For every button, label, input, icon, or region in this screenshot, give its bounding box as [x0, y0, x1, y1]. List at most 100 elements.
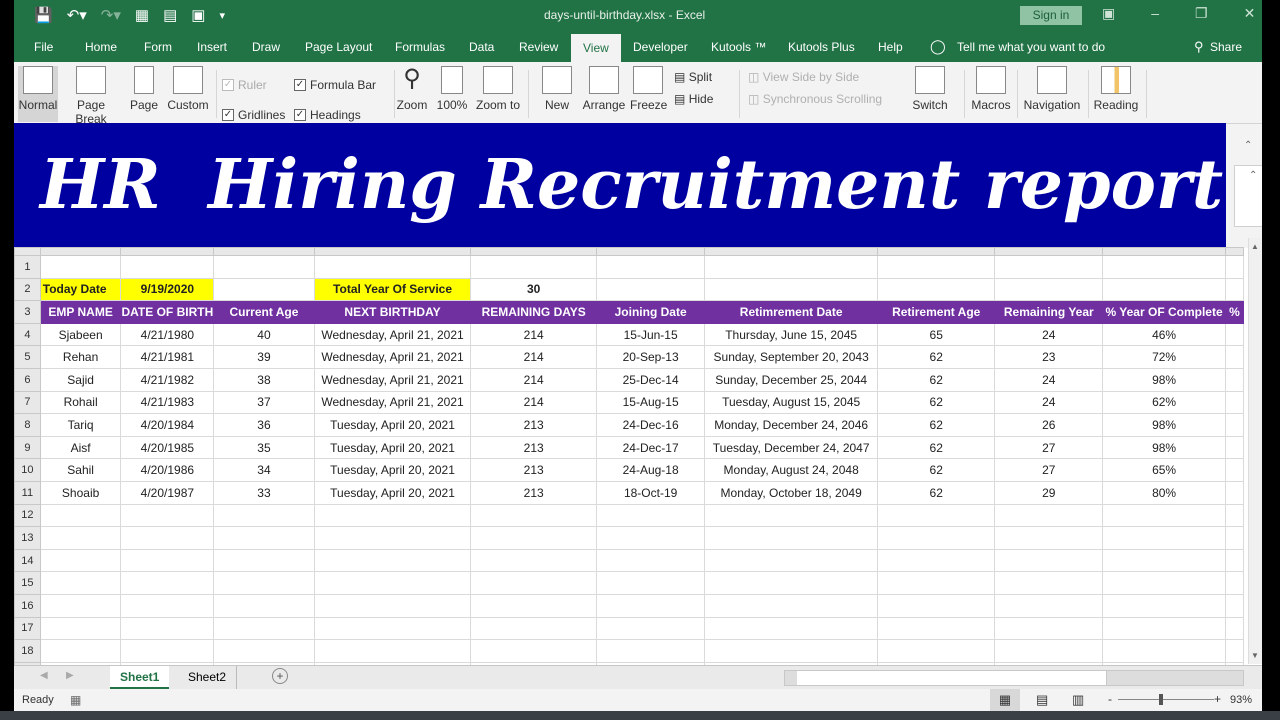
cell[interactable]: Sahil [39, 458, 122, 482]
freeze-panes-button[interactable]: Freeze [630, 66, 667, 112]
tell-me-search[interactable]: Tell me what you want to do [957, 40, 1105, 54]
cell[interactable] [213, 548, 315, 573]
row-number[interactable]: 2 [14, 277, 41, 302]
cell[interactable] [1225, 526, 1244, 550]
redo-icon[interactable]: ↷▾ [101, 6, 121, 24]
cell[interactable] [876, 593, 996, 618]
cell[interactable] [1102, 526, 1227, 550]
collapse-formula-bar-icon[interactable]: ⌃ [1249, 170, 1257, 181]
custom-icon-2[interactable]: ▣ [191, 6, 205, 24]
close-icon[interactable]: ✕ [1244, 5, 1256, 22]
cell[interactable] [39, 503, 122, 528]
cell[interactable] [39, 255, 122, 279]
sheet-tab-sheet2[interactable]: Sheet2 [178, 666, 238, 689]
cell[interactable]: Tuesday, April 20, 2021 [313, 413, 472, 437]
tab-formulas[interactable]: Formulas [395, 40, 445, 54]
custom-views-button[interactable]: Custom [166, 66, 210, 112]
cell[interactable]: 80% [1102, 480, 1227, 505]
cell[interactable] [470, 571, 597, 595]
column-header[interactable] [876, 247, 996, 256]
cell[interactable]: 62 [876, 435, 996, 460]
cell[interactable]: 214 [470, 390, 597, 415]
column-header[interactable] [213, 247, 315, 256]
cell[interactable]: 29 [994, 480, 1104, 505]
cell[interactable] [470, 503, 597, 528]
zoom-in-button[interactable]: + [1214, 692, 1221, 706]
cell[interactable] [595, 503, 706, 528]
cell[interactable] [704, 503, 878, 528]
cell[interactable]: 33 [213, 480, 315, 505]
cell[interactable] [1102, 639, 1227, 663]
cell[interactable]: 24 [994, 390, 1104, 415]
cell[interactable]: Tuesday, April 20, 2021 [313, 480, 472, 505]
cell[interactable] [313, 503, 472, 528]
cell[interactable]: 62% [1102, 390, 1227, 415]
tab-view[interactable]: View [571, 34, 621, 62]
form-icon[interactable]: ▦ [135, 6, 149, 24]
cell[interactable] [994, 593, 1104, 618]
scroll-up-icon[interactable]: ▲ [1251, 242, 1259, 251]
cell[interactable]: 27 [994, 435, 1104, 460]
cell[interactable] [994, 616, 1104, 641]
column-header[interactable] [39, 247, 122, 256]
column-header[interactable] [704, 247, 878, 256]
cell[interactable] [876, 503, 996, 528]
cell[interactable] [595, 616, 706, 641]
total-service-label[interactable]: Total Year Of Service [313, 277, 472, 302]
cell[interactable] [595, 255, 706, 279]
cell[interactable] [213, 526, 315, 550]
column-title[interactable]: Joining Date [595, 300, 706, 324]
cell[interactable] [120, 548, 215, 573]
cell[interactable] [1225, 593, 1244, 618]
cell[interactable]: 4/21/1981 [120, 345, 215, 369]
sheet-tab-sheet1[interactable]: Sheet1 [110, 666, 170, 689]
row-number[interactable]: 4 [14, 322, 41, 347]
cell[interactable] [1225, 390, 1244, 415]
row-number[interactable]: 3 [14, 300, 41, 324]
page-layout-view-button[interactable]: Page [128, 66, 160, 112]
cell[interactable] [704, 277, 878, 302]
zoom-100-button[interactable]: 100% [436, 66, 468, 112]
cell[interactable] [994, 571, 1104, 595]
cell[interactable] [1225, 639, 1244, 663]
cell[interactable] [1225, 367, 1244, 392]
total-service-value[interactable]: 30 [470, 277, 597, 302]
cell[interactable]: 98% [1102, 435, 1227, 460]
cell[interactable] [120, 255, 215, 279]
cell[interactable]: Sunday, September 20, 2043 [704, 345, 878, 369]
cell[interactable] [876, 548, 996, 573]
cell[interactable]: 62 [876, 413, 996, 437]
cell[interactable]: 4/20/1985 [120, 435, 215, 460]
vertical-scrollbar[interactable]: ▲ ▼ [1248, 238, 1262, 664]
cell[interactable] [994, 255, 1104, 279]
cell[interactable]: 4/20/1987 [120, 480, 215, 505]
cell[interactable] [994, 277, 1104, 302]
customize-qat-icon[interactable]: ▾ [219, 9, 225, 22]
cell[interactable]: 62 [876, 390, 996, 415]
tab-review[interactable]: Review [519, 40, 558, 54]
cell[interactable] [704, 571, 878, 595]
select-all-corner[interactable] [14, 247, 41, 256]
row-number[interactable]: 17 [14, 616, 41, 641]
cell[interactable] [994, 639, 1104, 663]
cell[interactable]: Rehan [39, 345, 122, 369]
column-header[interactable] [994, 247, 1104, 256]
cell[interactable] [313, 526, 472, 550]
cell[interactable]: 214 [470, 345, 597, 369]
cell[interactable]: Wednesday, April 21, 2021 [313, 390, 472, 415]
column-title[interactable]: Retirement Age [876, 300, 996, 324]
cell[interactable]: 4/21/1980 [120, 322, 215, 347]
cell[interactable] [120, 526, 215, 550]
cell[interactable]: 4/21/1982 [120, 367, 215, 392]
cell[interactable] [994, 526, 1104, 550]
custom-icon-1[interactable]: ▤ [163, 6, 177, 24]
cell[interactable] [1225, 616, 1244, 641]
macros-button[interactable]: Macros [969, 66, 1013, 112]
row-number[interactable]: 1 [14, 255, 41, 279]
cell[interactable]: Tuesday, August 15, 2045 [704, 390, 878, 415]
cell[interactable] [213, 503, 315, 528]
cell[interactable] [39, 593, 122, 618]
page-layout-status-icon[interactable]: ▤ [1036, 692, 1048, 708]
cell[interactable]: Monday, August 24, 2048 [704, 458, 878, 482]
cell[interactable] [313, 639, 472, 663]
